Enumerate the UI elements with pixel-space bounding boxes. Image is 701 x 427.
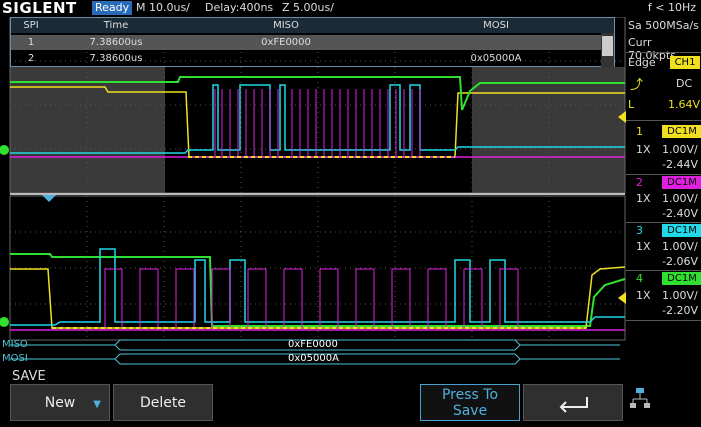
press-to-save-button[interactable]: Press To Save [420, 384, 520, 421]
press-label-line2: Save [452, 403, 488, 419]
sample-rate: Sa 500MSa/s [628, 19, 699, 32]
ch3-offset: -2.06V [662, 255, 698, 268]
bottom-grid [10, 196, 625, 340]
ch4-probe: 1X [636, 289, 651, 302]
table-row[interactable]: 1 7.38600us 0xFE0000 [11, 35, 601, 50]
mosi-bus-value: 0x05000A [288, 353, 339, 364]
ch4-coupling-badge: DC1M [662, 272, 701, 285]
ch4-trace-bottom [10, 253, 626, 327]
zoom-trigger-marker [42, 195, 56, 202]
row-mosi: 0x05000A [470, 53, 522, 64]
new-label: New [44, 395, 76, 411]
back-button[interactable] [523, 384, 623, 421]
delete-button[interactable]: Delete [113, 384, 213, 421]
row-index: 2 [27, 53, 35, 64]
chevron-down-icon: ▼ [93, 399, 101, 410]
row-mosi [391, 35, 601, 50]
timebase-readout[interactable]: M 10.0us/ [136, 1, 190, 15]
col-header-time: Time [103, 20, 129, 31]
network-icon [630, 387, 650, 418]
ch4-ground-marker [0, 145, 9, 155]
ch3-number: 3 [636, 224, 643, 237]
row-miso [181, 51, 391, 66]
new-button[interactable]: New ▼ [10, 384, 110, 421]
ch1-offset: -2.44V [662, 158, 698, 171]
ch1-number: 1 [636, 125, 643, 138]
mosi-bus-label: MOSI [2, 353, 28, 364]
delay-readout[interactable]: Delay:400ns [205, 1, 273, 15]
ch4-number: 4 [636, 272, 643, 285]
ch4-ground-marker-zoom [0, 317, 9, 327]
ch2-scale: 1.00V/ [662, 192, 698, 205]
table-scrollbar[interactable] [601, 33, 614, 67]
trigger-level-value[interactable]: 1.64V [668, 98, 700, 111]
row-index: 1 [27, 37, 35, 48]
ch2-number: 2 [636, 176, 643, 189]
ch3-probe: 1X [636, 240, 651, 253]
ch1-scale: 1.00V/ [662, 143, 698, 156]
zoom-shade-right [472, 67, 625, 193]
table-row[interactable]: 2 7.38600us 0x05000A [11, 51, 601, 66]
top-status-bar: SIGLENT Ready M 10.0us/ Delay:400ns Z 5.… [0, 0, 701, 17]
waveform-display[interactable] [0, 17, 626, 369]
row-miso: 0xFE0000 [261, 37, 311, 48]
col-header-mosi: MOSI [483, 20, 509, 31]
ch2-clock-bottom [104, 268, 519, 330]
ch3-scale: 1.00V/ [662, 240, 698, 253]
col-header-miso: MISO [273, 20, 299, 31]
ch3-coupling-badge: DC1M [662, 224, 701, 237]
ch1-probe: 1X [636, 143, 651, 156]
row-time: 7.38600us [89, 37, 143, 48]
ch4-scale: 1.00V/ [662, 289, 698, 302]
trigger-level-marker-zoom [618, 292, 626, 304]
run-status-badge[interactable]: Ready [92, 1, 133, 15]
ch2-probe: 1X [636, 192, 651, 205]
trigger-coupling[interactable]: DC [676, 77, 692, 90]
ch1-coupling-badge: DC1M [662, 125, 701, 138]
decode-table[interactable]: SPI Time MISO MOSI 1 7.38600us 0xFE0000 … [10, 17, 615, 67]
row-time: 7.38600us [89, 53, 143, 64]
trigger-frequency-readout: f < 10Hz [647, 1, 696, 14]
miso-bus-label: MISO [2, 339, 28, 350]
zoom-timebase-readout[interactable]: Z 5.00us/ [282, 1, 334, 15]
ch2-offset: -2.40V [662, 207, 698, 220]
press-label-line1: Press To [441, 387, 499, 403]
col-header-spi: SPI [23, 20, 39, 31]
trigger-type[interactable]: Edge [628, 56, 656, 69]
ch4-offset: -2.20V [662, 304, 698, 317]
zoom-shade-left [10, 67, 165, 193]
right-info-panel: Sa 500MSa/s Curr 70.0kpts Edge CH1 ⤴ DC … [626, 17, 701, 381]
trigger-source-badge[interactable]: CH1 [670, 56, 700, 69]
return-arrow-icon [559, 397, 588, 413]
menu-title: SAVE [12, 369, 46, 384]
ch2-coupling-badge: DC1M [662, 176, 701, 189]
trigger-level-label: L [628, 98, 635, 111]
brand-logo: SIGLENT [2, 0, 77, 17]
miso-bus-value: 0xFE0000 [288, 339, 338, 350]
rising-edge-icon: ⤴ [630, 78, 644, 93]
